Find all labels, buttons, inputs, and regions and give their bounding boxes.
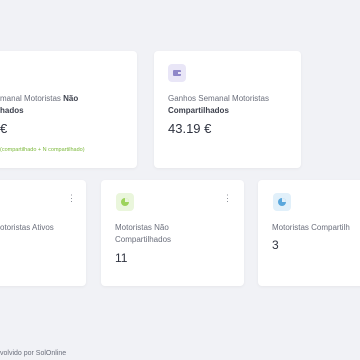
wallet-icon <box>168 64 186 82</box>
card-value: 11 <box>115 251 128 265</box>
card-value: € <box>0 121 8 136</box>
weekly-earnings-not-shared-card: manal Motoristas Não hados € (compartilh… <box>0 51 137 168</box>
drivers-not-shared-card: ⋮ Motoristas Não Compartilhados 11 <box>101 180 244 286</box>
card-label: Motoristas Compartilh <box>272 223 350 232</box>
footer-credit: volvido por SolOnline <box>0 350 67 357</box>
pie-chart-icon <box>273 193 291 211</box>
card-label: manal Motoristas Não hados <box>0 94 79 115</box>
card-label: Motoristas Não Compartilhados <box>115 223 172 244</box>
card-label: otoristas Ativos <box>0 223 54 232</box>
active-drivers-card: ⋮ otoristas Ativos <box>0 180 86 286</box>
card-label: Ganhos Semanal Motoristas Compartilhados <box>168 94 269 115</box>
pie-chart-icon <box>116 193 134 211</box>
card-value: 3 <box>272 238 279 252</box>
card-note: (compartilhado + N compartilhado) <box>0 147 85 153</box>
more-options-icon[interactable]: ⋮ <box>67 194 76 203</box>
card-value: 43.19 € <box>168 121 212 136</box>
drivers-shared-card: Motoristas Compartilh 3 <box>258 180 360 286</box>
weekly-earnings-shared-card: Ganhos Semanal Motoristas Compartilhados… <box>154 51 301 168</box>
more-options-icon[interactable]: ⋮ <box>223 194 232 203</box>
